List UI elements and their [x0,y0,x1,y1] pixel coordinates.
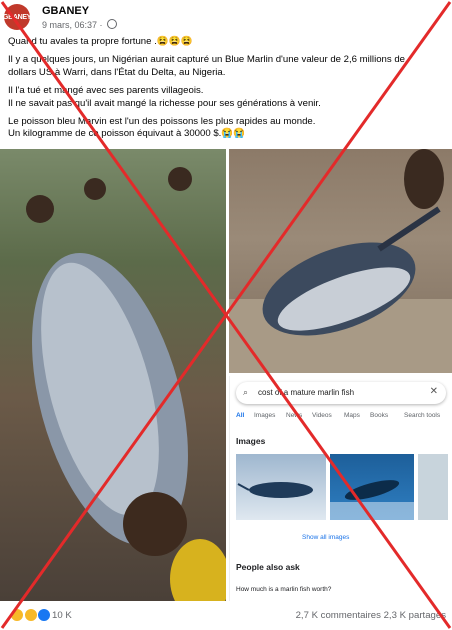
post-timestamp[interactable]: 9 mars, 06:37 · [42,19,118,30]
wow-reaction-icon [23,608,38,622]
images-heading: Images [236,436,266,446]
people-also-ask-heading: People also ask [236,562,300,572]
tab-maps[interactable]: Maps [344,412,360,419]
google-search-screenshot[interactable]: ⌕ cost of a mature marlin fish ✕ All Ima… [229,376,452,601]
globe-icon [107,19,118,29]
marlin-illustration [330,480,414,520]
tab-search-tools[interactable]: Search tools [404,412,440,419]
text-line: Il l'a tué et mangé avec ses parents vil… [8,85,204,97]
search-input[interactable]: ⌕ cost of a mature marlin fish ✕ [236,382,446,404]
paragraph: Il l'a tué et mangé avec ses parents vil… [8,85,448,110]
date-text: 9 mars, 06:37 · [42,20,103,30]
tab-all[interactable]: All [236,412,244,419]
marlin-image-3[interactable] [418,454,448,520]
like-reaction-icon [37,608,52,622]
comments-count[interactable]: 2,7 K commentaires [296,610,381,621]
photo-man-with-fish[interactable] [0,149,226,601]
tab-images[interactable]: Images [254,412,275,419]
close-icon[interactable]: ✕ [430,386,438,397]
text-line: Il y a quelques jours, un Nigérian aurai… [8,54,406,66]
reaction-count[interactable]: 10 K [52,610,72,621]
paragraph: Il y a quelques jours, un Nigérian aurai… [8,54,448,79]
reactions-summary[interactable] [10,608,52,622]
photo-marlin-on-beach[interactable] [229,149,452,373]
marlin-image-2[interactable] [330,454,414,520]
tab-books[interactable]: Books [370,412,388,419]
search-query: cost of a mature marlin fish [258,388,355,397]
text-line: Un kilogramme de ce poisson équivaut à 3… [8,128,246,140]
text-line: Le poisson bleu Marvin est l'un des pois… [8,116,316,128]
paragraph: Quand tu avales ta propre fortune .😫😫😫 [8,36,448,48]
author-name[interactable]: GBANEY [42,5,89,17]
post-text: Quand tu avales ta propre fortune .😫😫😫 I… [8,36,448,147]
tab-news[interactable]: News [286,412,302,419]
show-all-images-link[interactable]: Show all images [302,534,349,541]
marlin-illustration [237,482,313,498]
tab-videos[interactable]: Videos [312,412,332,419]
search-icon: ⌕ [243,387,249,397]
photo-illustration [26,167,226,601]
avatar[interactable]: GBANEY [3,4,31,30]
text-line: Quand tu avales ta propre fortune .😫😫😫 [8,36,193,47]
haha-reaction-icon [10,608,24,622]
text-line: Il ne savait pas qu'il avait mangé la ri… [8,97,321,109]
search-tabs: All Images News Videos Maps Books Search… [236,412,451,424]
paragraph: Le poisson bleu Marvin est l'un des pois… [8,116,448,141]
shares-count[interactable]: 2,3 K partages [384,610,446,621]
post-footer: 10 K 2,7 K commentaires 2,3 K partages [0,604,452,628]
text-line: dollars US à Warri, dans l'État du Delta… [8,66,226,78]
marlin-image-1[interactable] [236,454,326,520]
photo-grid: ⌕ cost of a mature marlin fish ✕ All Ima… [0,149,452,601]
paa-question[interactable]: How much is a marlin fish worth? [236,586,331,593]
facebook-post: GBANEY GBANEY 9 mars, 06:37 · Quand tu a… [0,0,452,630]
post-header: GBANEY GBANEY 9 mars, 06:37 · [3,4,444,32]
photo-illustration [229,149,452,373]
engagement-counts: 2,7 K commentaires 2,3 K partages [296,610,446,621]
